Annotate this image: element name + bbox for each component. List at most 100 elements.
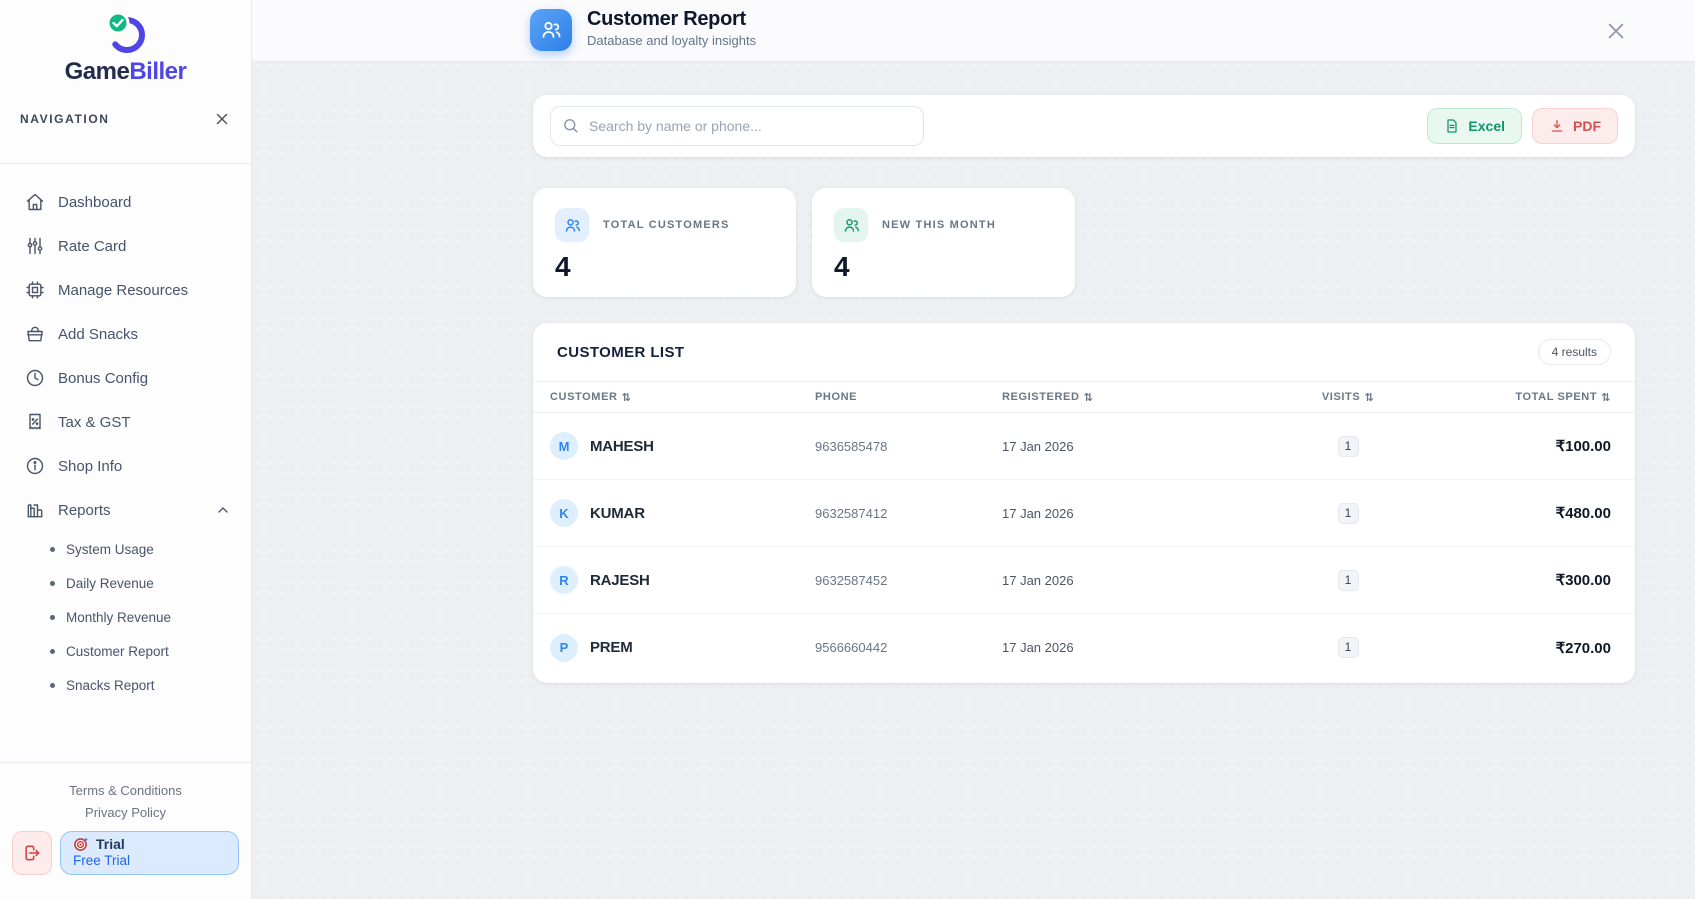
visits-badge: 1 [1337,435,1359,457]
sidebar-item-dashboard[interactable]: Dashboard [0,180,251,224]
plan-name: Trial [96,836,125,852]
stat-value: 4 [555,251,571,282]
customer-total-spent: ₹270.00 [1555,639,1611,657]
table-row[interactable]: P PREM 9566660442 17 Jan 2026 1 ₹270.00 [533,614,1635,681]
customer-list-title: CUSTOMER LIST [557,343,685,361]
stat-value: 4 [834,251,850,282]
info-icon [25,456,45,476]
sidebar-item-rate-card[interactable]: Rate Card [0,224,251,268]
customer-name: RAJESH [590,571,650,589]
sidebar-nav: Dashboard Rate Card Manage Resources Add… [0,180,251,702]
sidebar-subitem-snacks-report[interactable]: Snacks Report [0,668,251,702]
sidebar-subitem-daily-revenue[interactable]: Daily Revenue [0,566,251,600]
sidebar-subitem-customer-report[interactable]: Customer Report [0,634,251,668]
navigation-section-label: NAVIGATION [20,112,110,126]
export-excel-button[interactable]: Excel [1427,108,1522,144]
sidebar-close-icon[interactable] [213,110,231,128]
column-header-registered[interactable]: REGISTERED [1002,391,1293,404]
sidebar-subitem-monthly-revenue[interactable]: Monthly Revenue [0,600,251,634]
column-header-phone: PHONE [815,391,858,403]
sidebar-item-label: Shop Info [58,457,123,475]
bar-chart-icon [25,500,45,520]
sidebar-footer: Terms & Conditions Privacy Policy Trial … [0,762,251,875]
customer-total-spent: ₹480.00 [1555,505,1611,522]
customer-registered: 17 Jan 2026 [1002,505,1074,521]
bullet-icon [50,614,55,620]
stat-label: TOTAL CUSTOMERS [603,219,730,231]
users-icon [834,208,868,242]
customer-name: MAHESH [590,437,654,455]
stat-label: NEW THIS MONTH [882,219,996,231]
sort-icon [622,391,632,404]
close-icon[interactable] [1604,19,1628,43]
visits-badge: 1 [1337,637,1359,658]
bullet-icon [50,648,55,654]
column-header-customer[interactable]: CUSTOMER [550,391,815,404]
customer-registered: 17 Jan 2026 [1002,640,1074,655]
logout-button[interactable] [12,831,52,875]
search-export-toolbar: Excel PDF [533,95,1635,157]
terms-link[interactable]: Terms & Conditions [0,783,251,798]
trial-plan-badge[interactable]: Trial Free Trial [60,831,239,875]
sort-icon [1364,391,1374,404]
excel-file-icon [1444,118,1460,134]
customer-phone: 9632587452 [815,572,888,588]
table-row[interactable]: R RAJESH 9632587452 17 Jan 2026 1 ₹300.00 [533,547,1635,614]
avatar: M [550,432,578,460]
target-icon [73,836,89,852]
stat-card-total-customers: TOTAL CUSTOMERS 4 [533,188,796,297]
customer-total-spent: ₹300.00 [1555,572,1611,589]
page-title: Customer Report [587,8,746,30]
chevron-up-icon [215,502,231,518]
search-icon [562,117,579,134]
sidebar-item-label: Bonus Config [58,369,149,387]
bullet-icon [50,580,55,586]
bullet-icon [50,546,55,552]
stat-card-new-this-month: NEW THIS MONTH 4 [812,188,1075,297]
clock-icon [25,368,45,388]
customer-phone: 9632587412 [815,505,888,521]
column-header-visits[interactable]: VISITS [1293,391,1403,404]
pdf-label: PDF [1573,118,1601,134]
subitem-label: Snacks Report [66,677,155,693]
customer-phone: 9566660442 [815,640,888,655]
search-input[interactable] [550,106,924,146]
home-icon [25,192,45,212]
excel-label: Excel [1468,118,1505,134]
sidebar-item-shop-info[interactable]: Shop Info [0,444,251,488]
customer-total-spent: ₹100.00 [1555,438,1611,455]
customer-name: PREM [590,639,633,656]
basket-icon [25,324,45,344]
bullet-icon [50,682,55,688]
download-icon [1549,118,1565,134]
subitem-label: System Usage [66,541,154,557]
privacy-link[interactable]: Privacy Policy [0,805,251,820]
visits-badge: 1 [1337,502,1359,524]
table-header-row: CUSTOMER PHONE REGISTERED VISITS TOTAL S… [533,382,1635,413]
customer-phone: 9636585478 [815,438,888,454]
subitem-label: Monthly Revenue [66,609,172,625]
export-pdf-button[interactable]: PDF [1532,108,1618,144]
users-icon [555,208,589,242]
reports-submenu: System Usage Daily Revenue Monthly Reven… [0,532,251,702]
table-row[interactable]: M MAHESH 9636585478 17 Jan 2026 1 ₹100.00 [533,413,1635,480]
sidebar-item-tax-gst[interactable]: Tax & GST [0,400,251,444]
subitem-label: Daily Revenue [66,575,154,591]
plan-detail: Free Trial [73,853,131,868]
table-row[interactable]: K KUMAR 9632587412 17 Jan 2026 1 ₹480.00 [533,480,1635,547]
receipt-icon [25,412,45,432]
sidebar-subitem-system-usage[interactable]: System Usage [0,532,251,566]
sidebar: GameBiller NAVIGATION Dashboard Rate Car… [0,0,252,899]
customer-registered: 17 Jan 2026 [1002,572,1074,588]
sort-icon [1601,391,1611,404]
sidebar-item-add-snacks[interactable]: Add Snacks [0,312,251,356]
column-header-total-spent[interactable]: TOTAL SPENT [1403,391,1611,404]
customer-name: KUMAR [590,504,645,522]
sidebar-item-reports[interactable]: Reports [0,488,251,532]
visits-badge: 1 [1337,569,1359,591]
avatar: P [550,633,578,662]
results-count-badge: 4 results [1537,339,1611,365]
sidebar-item-manage-resources[interactable]: Manage Resources [0,268,251,312]
customer-list-card: CUSTOMER LIST 4 results CUSTOMER PHONE R… [533,323,1635,683]
sidebar-item-bonus-config[interactable]: Bonus Config [0,356,251,400]
